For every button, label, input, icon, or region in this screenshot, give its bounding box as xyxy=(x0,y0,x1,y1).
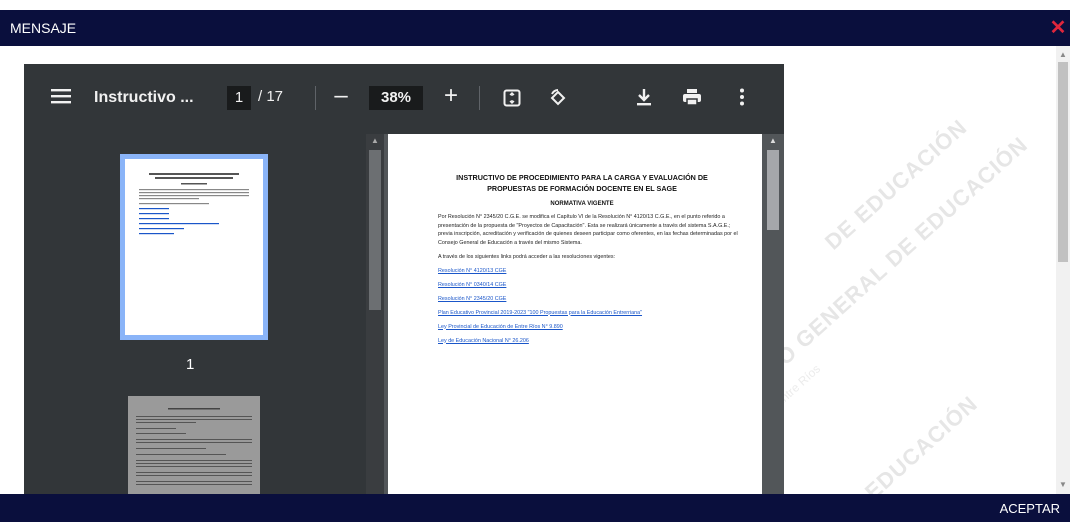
more-options-icon[interactable] xyxy=(732,88,752,110)
page-scrollbar[interactable]: ▲ xyxy=(762,134,784,494)
toolbar-divider xyxy=(479,86,480,110)
law-link[interactable]: Ley de Educación Nacional N° 26.206 xyxy=(438,338,742,344)
print-icon[interactable] xyxy=(681,88,703,110)
scrollbar-thumb[interactable] xyxy=(767,150,779,230)
background-page-strip xyxy=(0,0,1070,10)
document-paragraph: A través de los siguientes links podrá a… xyxy=(438,254,616,260)
download-icon[interactable] xyxy=(634,88,654,110)
scroll-up-arrow-icon[interactable]: ▲ xyxy=(762,136,784,145)
toolbar-divider xyxy=(315,86,316,110)
zoom-out-icon[interactable]: – xyxy=(331,84,351,108)
thumbnail-sidebar: 1 ▲ xyxy=(24,134,384,494)
modal-footer: ACEPTAR xyxy=(0,494,1070,522)
fit-to-page-icon[interactable] xyxy=(502,89,522,111)
menu-icon[interactable] xyxy=(50,88,72,108)
thumbnail-preview xyxy=(139,173,249,235)
page-total: / 17 xyxy=(258,88,284,105)
thumbnail-page-number: 1 xyxy=(186,356,195,373)
modal-body: CONSEJO GENERAL DE EDUCACIÓN Gobierno de… xyxy=(0,46,1070,494)
accept-button[interactable]: ACEPTAR xyxy=(1000,501,1060,516)
document-paragraph: Por Resolución N° 2345/20 C.G.E. se modi… xyxy=(438,214,738,246)
resolution-link[interactable]: Resolución N° 2345/20 CGE xyxy=(438,296,742,302)
law-link[interactable]: Ley Provincial de Educación de Entre Río… xyxy=(438,324,742,330)
resolution-link[interactable]: Resolución N° 0340/14 CGE xyxy=(438,282,742,288)
scroll-up-arrow-icon[interactable]: ▲ xyxy=(366,136,384,145)
scroll-up-arrow-icon[interactable]: ▲ xyxy=(1056,48,1070,62)
scrollbar-thumb[interactable] xyxy=(1058,62,1068,262)
page-thumbnail-2[interactable] xyxy=(128,396,260,494)
plan-link[interactable]: Plan Educativo Provincial 2019-2023 "100… xyxy=(438,310,742,316)
document-subheading: NORMATIVA VIGENTE xyxy=(550,201,614,207)
pdf-viewer: Instructivo ... 1 / 17 – 38% + 1 ▲ INSTR… xyxy=(24,64,784,494)
modal-title: MENSAJE xyxy=(10,20,77,36)
resolution-link[interactable]: Resolución N° 4120/13 CGE xyxy=(438,268,742,274)
page-thumbnail-1[interactable] xyxy=(120,154,268,340)
zoom-level-input[interactable]: 38% xyxy=(369,86,423,110)
close-icon[interactable]: ✕ xyxy=(1048,18,1068,38)
document-heading: INSTRUCTIVO DE PROCEDIMIENTO PARA LA CAR… xyxy=(456,173,708,193)
watermark-text-bottom: EDUCACIÓN xyxy=(860,390,983,494)
pdf-page: INSTRUCTIVO DE PROCEDIMIENTO PARA LA CAR… xyxy=(388,134,762,494)
thumbnail-scrollbar[interactable]: ▲ xyxy=(366,134,384,494)
pdf-toolbar: Instructivo ... 1 / 17 – 38% + xyxy=(24,64,784,134)
scroll-down-arrow-icon[interactable]: ▼ xyxy=(1056,478,1070,492)
scrollbar-thumb[interactable] xyxy=(369,150,381,310)
document-title: Instructivo ... xyxy=(94,89,194,106)
thumbnail-preview xyxy=(136,408,252,485)
watermark-text-top: DE EDUCACIÓN xyxy=(820,114,972,255)
zoom-in-icon[interactable]: + xyxy=(441,84,461,108)
rotate-icon[interactable] xyxy=(547,88,569,112)
modal-scrollbar[interactable]: ▲ ▼ xyxy=(1056,46,1070,494)
modal-header: MENSAJE ✕ xyxy=(0,10,1070,46)
page-number-input[interactable]: 1 xyxy=(227,86,251,110)
